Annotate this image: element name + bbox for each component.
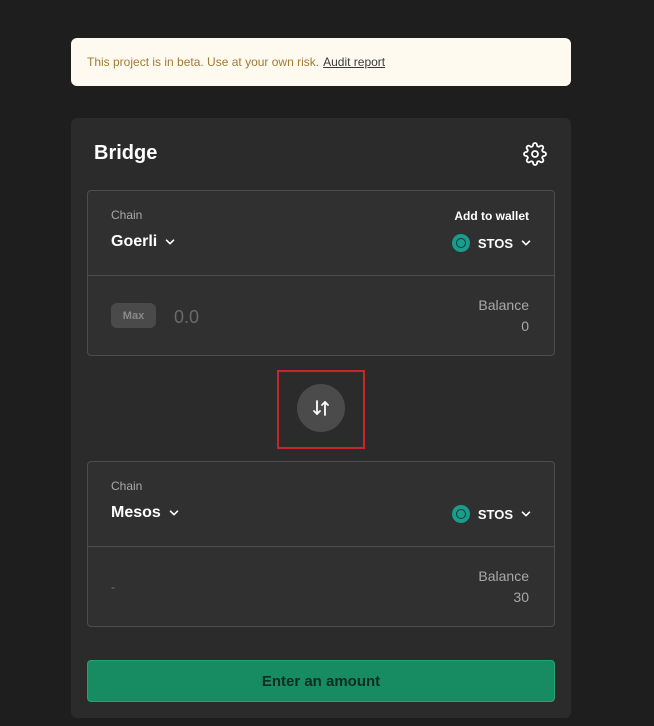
add-to-wallet-button[interactable]: Add to wallet [454, 209, 529, 223]
to-token-select[interactable]: STOS [451, 505, 531, 523]
swap-arrows-icon [313, 400, 329, 416]
amount-input[interactable] [172, 303, 376, 331]
max-button[interactable]: Max [111, 303, 156, 328]
from-chain-label: Chain [111, 208, 143, 222]
gear-icon[interactable] [523, 142, 547, 166]
chevron-down-icon [521, 240, 531, 246]
from-balance-value: 0 [521, 318, 529, 334]
from-chain-name: Goerli [111, 233, 158, 250]
to-chain-select[interactable]: Mesos [111, 504, 179, 522]
bridge-card: Bridge Chain Goerli Add to wallet STOS M… [71, 118, 571, 718]
from-balance-label: Balance [478, 297, 529, 313]
swap-direction-button[interactable] [297, 384, 345, 432]
to-panel: Chain Mesos STOS - Balance 30 [87, 461, 555, 627]
from-token-select[interactable]: STOS [451, 234, 531, 252]
page-title: Bridge [94, 142, 158, 164]
chevron-down-icon [165, 239, 175, 245]
stos-token-icon [451, 234, 470, 252]
stos-token-icon [451, 505, 470, 523]
to-token-name: STOS [477, 506, 513, 522]
to-chain-name: Mesos [111, 504, 161, 521]
from-chain-select[interactable]: Goerli [111, 233, 175, 251]
from-panel: Chain Goerli Add to wallet STOS Max Bala… [87, 190, 555, 356]
enter-amount-button[interactable]: Enter an amount [87, 660, 555, 702]
to-balance-value: 30 [513, 589, 529, 605]
beta-banner: This project is in beta. Use at your own… [71, 38, 571, 86]
to-balance-label: Balance [478, 568, 529, 584]
to-chain-label: Chain [111, 479, 143, 493]
to-amount-value: - [111, 580, 115, 594]
chevron-down-icon [169, 510, 179, 516]
to-amount-row: - Balance 30 [88, 546, 554, 626]
to-chain-row: Chain Mesos STOS [88, 462, 554, 547]
from-amount-row: Max Balance 0 [88, 275, 554, 355]
from-token-name: STOS [477, 235, 513, 251]
from-chain-row: Chain Goerli Add to wallet STOS [88, 191, 554, 276]
chevron-down-icon [521, 511, 531, 517]
beta-banner-text: This project is in beta. Use at your own… [87, 55, 320, 69]
audit-report-link[interactable]: Audit report [323, 55, 385, 69]
